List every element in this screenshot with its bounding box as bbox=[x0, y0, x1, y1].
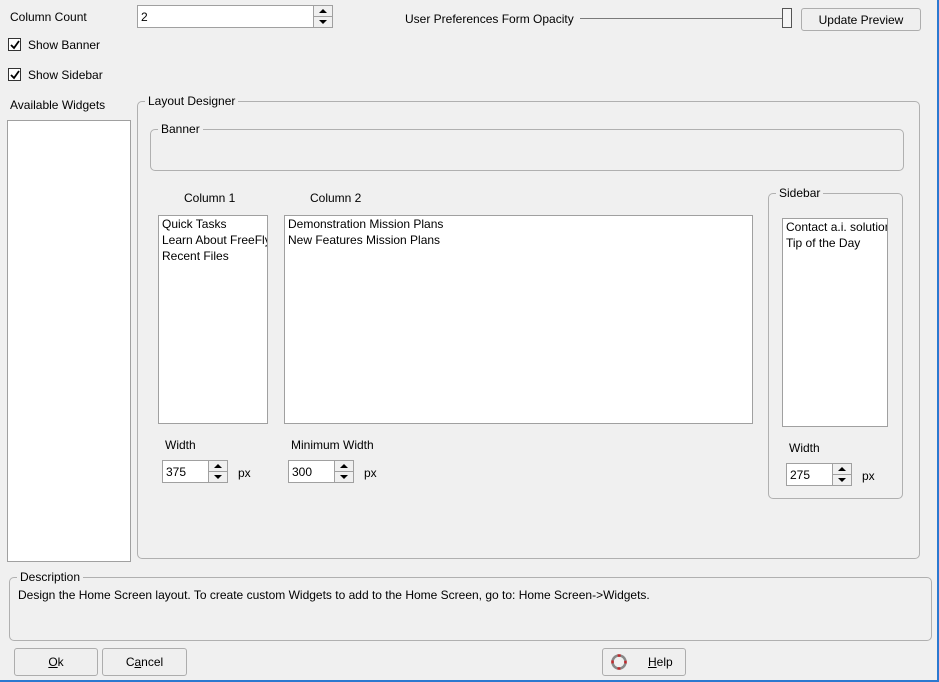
description-title: Description bbox=[17, 570, 84, 584]
spin-down-button[interactable] bbox=[335, 472, 353, 483]
update-preview-button[interactable]: Update Preview bbox=[801, 8, 921, 31]
help-rest: elp bbox=[656, 655, 673, 669]
show-banner-label[interactable]: Show Banner bbox=[28, 38, 100, 52]
column2-unit-label: px bbox=[364, 466, 377, 480]
column1-width-label: Width bbox=[165, 438, 196, 452]
column2-min-width-label: Minimum Width bbox=[291, 438, 374, 452]
column1-unit-label: px bbox=[238, 466, 251, 480]
list-item[interactable]: New Features Mission Plans bbox=[285, 232, 752, 248]
show-sidebar-checkbox[interactable] bbox=[8, 68, 21, 81]
spin-up-button[interactable] bbox=[335, 461, 353, 472]
help-button[interactable]: Help bbox=[602, 648, 686, 676]
spin-down-button[interactable] bbox=[314, 17, 332, 28]
ok-rest: k bbox=[57, 655, 64, 669]
column2-min-width-spinner[interactable]: 300 bbox=[288, 460, 354, 483]
opacity-label: User Preferences Form Opacity bbox=[405, 12, 574, 26]
arrow-up-icon bbox=[319, 8, 327, 13]
show-banner-checkbox[interactable] bbox=[8, 38, 21, 51]
banner-title: Banner bbox=[158, 122, 203, 136]
column2-label: Column 2 bbox=[310, 191, 362, 205]
spin-up-button[interactable] bbox=[314, 6, 332, 17]
column1-list[interactable]: Quick Tasks Learn About FreeFly Recent F… bbox=[158, 215, 268, 424]
available-widgets-list[interactable] bbox=[7, 120, 131, 562]
description-group bbox=[9, 577, 932, 641]
lifebuoy-icon bbox=[611, 654, 627, 670]
column2-min-width-value[interactable]: 300 bbox=[292, 465, 312, 479]
opacity-slider-track[interactable] bbox=[580, 18, 790, 19]
sidebar-width-spinner[interactable]: 275 bbox=[786, 463, 852, 486]
arrow-down-icon bbox=[340, 474, 348, 479]
arrow-down-icon bbox=[319, 19, 327, 24]
layout-designer-title: Layout Designer bbox=[145, 94, 239, 108]
sidebar-title: Sidebar bbox=[776, 186, 824, 200]
column-count-spinner[interactable]: 2 bbox=[137, 5, 333, 28]
list-item[interactable]: Recent Files bbox=[159, 248, 267, 264]
available-widgets-label: Available Widgets bbox=[10, 98, 106, 112]
sidebar-width-label: Width bbox=[789, 441, 820, 455]
arrow-down-icon bbox=[838, 477, 846, 482]
help-mnemonic: H bbox=[648, 655, 657, 669]
arrow-down-icon bbox=[214, 474, 222, 479]
checkmark-icon bbox=[10, 70, 20, 80]
sidebar-list[interactable]: Contact a.i. solutions Tip of the Day bbox=[782, 218, 888, 427]
banner-group bbox=[150, 129, 904, 171]
column1-width-value[interactable]: 375 bbox=[166, 465, 186, 479]
column1-width-spinner[interactable]: 375 bbox=[162, 460, 228, 483]
list-item[interactable]: Learn About FreeFly bbox=[159, 232, 267, 248]
spin-down-button[interactable] bbox=[833, 475, 851, 486]
arrow-up-icon bbox=[340, 463, 348, 468]
column2-list[interactable]: Demonstration Mission Plans New Features… bbox=[284, 215, 753, 424]
column1-label: Column 1 bbox=[184, 191, 236, 205]
arrow-up-icon bbox=[214, 463, 222, 468]
spin-up-button[interactable] bbox=[833, 464, 851, 475]
opacity-slider-thumb[interactable] bbox=[782, 8, 792, 28]
column-count-value[interactable]: 2 bbox=[141, 10, 148, 24]
list-item[interactable]: Quick Tasks bbox=[159, 216, 267, 232]
ok-mnemonic: O bbox=[48, 655, 58, 669]
show-sidebar-label[interactable]: Show Sidebar bbox=[28, 68, 103, 82]
help-label: Help bbox=[648, 655, 673, 669]
list-item[interactable]: Tip of the Day bbox=[783, 235, 887, 251]
cancel-label: Cancel bbox=[126, 655, 163, 669]
cancel-rest: ncel bbox=[141, 655, 164, 669]
arrow-up-icon bbox=[838, 466, 846, 471]
spin-down-button[interactable] bbox=[209, 472, 227, 483]
ok-label: Ok bbox=[48, 655, 63, 669]
list-item[interactable]: Contact a.i. solutions bbox=[783, 219, 887, 235]
column-count-label: Column Count bbox=[10, 10, 87, 24]
sidebar-unit-label: px bbox=[862, 469, 875, 483]
checkmark-icon bbox=[10, 40, 20, 50]
spin-up-button[interactable] bbox=[209, 461, 227, 472]
description-text: Design the Home Screen layout. To create… bbox=[18, 588, 650, 602]
list-item[interactable]: Demonstration Mission Plans bbox=[285, 216, 752, 232]
cancel-button[interactable]: Cancel bbox=[102, 648, 187, 676]
ok-button[interactable]: Ok bbox=[14, 648, 98, 676]
sidebar-width-value[interactable]: 275 bbox=[790, 468, 810, 482]
